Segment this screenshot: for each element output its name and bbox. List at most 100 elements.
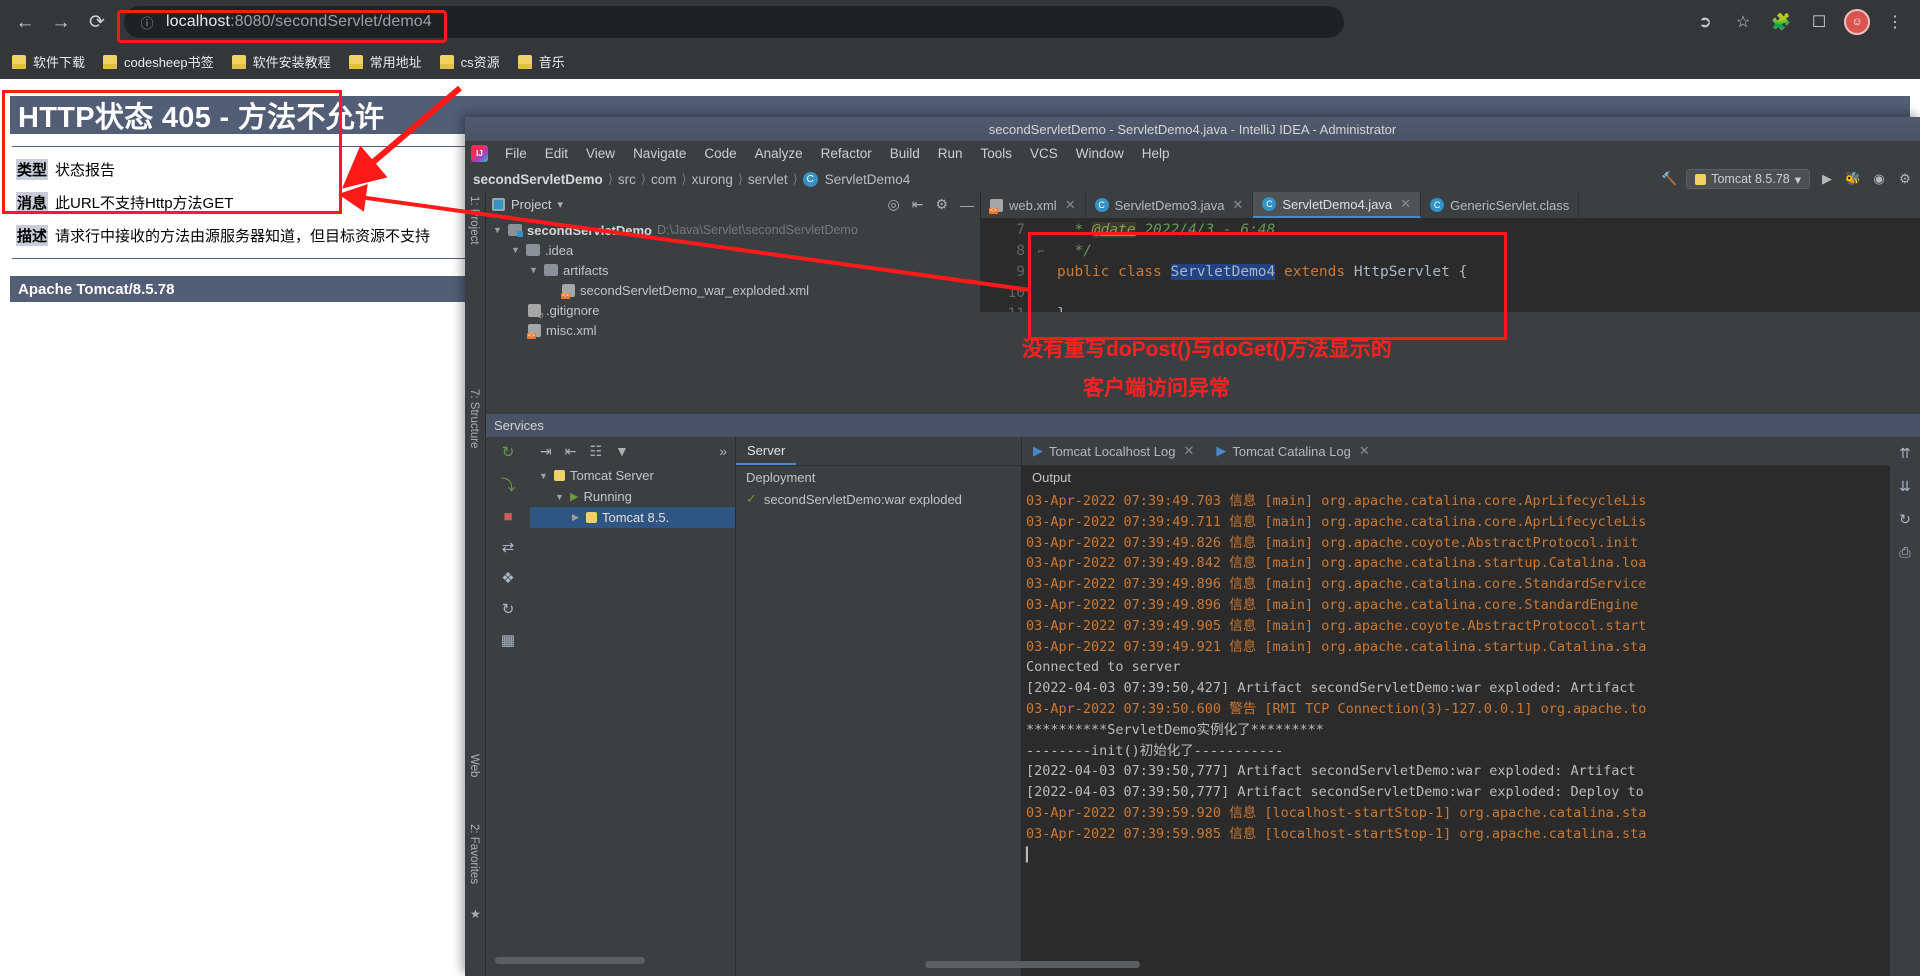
expand-all-icon[interactable]: ⇥ xyxy=(540,443,552,460)
tab-tomcat-catalina-log[interactable]: ▶ Tomcat Catalina Log ✕ xyxy=(1205,437,1380,465)
back-icon[interactable]: ← xyxy=(8,5,42,39)
menu-icon[interactable]: ⋮ xyxy=(1878,5,1912,39)
twisty-icon[interactable]: ▼ xyxy=(528,265,539,275)
group-icon[interactable]: ☷ xyxy=(589,443,602,460)
breadcrumb-servlet[interactable]: servlet xyxy=(748,172,788,187)
deploy-icon[interactable]: ⤵ xyxy=(500,474,515,495)
avatar[interactable]: ☺ xyxy=(1840,5,1874,39)
locate-icon[interactable]: ◎ xyxy=(887,196,899,213)
close-icon[interactable]: ✕ xyxy=(1359,443,1370,459)
tree-row[interactable]: ▼ secondServletDemo D:\Java\Servlet\seco… xyxy=(486,220,980,240)
filter-icon[interactable]: ▼ xyxy=(615,443,629,459)
sidepanel-icon[interactable]: ☐ xyxy=(1802,5,1836,39)
scroll-bottom-icon[interactable]: ⇊ xyxy=(1899,478,1911,495)
rail-project-label[interactable]: 1: Project xyxy=(468,196,480,245)
settings-icon[interactable]: ❖ xyxy=(501,569,514,587)
menu-edit[interactable]: Edit xyxy=(537,144,576,163)
collapse-all-icon[interactable]: ⇤ xyxy=(565,443,577,460)
menu-navigate[interactable]: Navigate xyxy=(625,144,694,163)
print-icon[interactable]: ⎙ xyxy=(1899,544,1910,561)
deployment-item[interactable]: ✓ secondServletDemo:war exploded xyxy=(736,488,1021,510)
extensions-icon[interactable]: 🧩 xyxy=(1764,5,1798,39)
close-icon[interactable]: ✕ xyxy=(1065,197,1076,213)
breadcrumb-com[interactable]: com xyxy=(651,172,677,187)
menu-code[interactable]: Code xyxy=(696,144,744,163)
forward-icon[interactable]: → xyxy=(44,5,78,39)
tree-row[interactable]: secondServletDemo_war_exploded.xml xyxy=(486,280,980,300)
editor-tab-webxml[interactable]: web.xml ✕ xyxy=(981,192,1086,218)
services-tree-row[interactable]: ▼ Tomcat Server xyxy=(530,465,735,486)
bookmark-item[interactable]: 音乐 xyxy=(517,52,565,71)
fold-marker[interactable]: ⌐ xyxy=(1033,241,1049,262)
star-icon[interactable]: ☆ xyxy=(1726,5,1760,39)
twisty-icon[interactable]: ▼ xyxy=(538,471,549,481)
bookmark-item[interactable]: 常用地址 xyxy=(348,52,422,71)
refresh-icon[interactable]: ↻ xyxy=(502,600,515,618)
layout-icon[interactable]: ▦ xyxy=(501,631,515,649)
gear-icon[interactable]: ⚙ xyxy=(935,196,948,213)
scroll-top-icon[interactable]: ⇈ xyxy=(1899,445,1911,462)
address-bar[interactable]: ⓘ localhost:8080/secondServlet/demo4 xyxy=(124,6,1344,38)
menu-run[interactable]: Run xyxy=(930,144,971,163)
tree-row[interactable]: ▼ artifacts xyxy=(486,260,980,280)
coverage-icon[interactable]: ◉ xyxy=(1870,171,1888,187)
close-icon[interactable]: ✕ xyxy=(1400,196,1411,212)
breadcrumb-xurong[interactable]: xurong xyxy=(692,172,733,187)
tree-row[interactable]: misc.xml xyxy=(486,320,980,340)
tab-server[interactable]: Server xyxy=(736,437,797,465)
bookmark-item[interactable]: cs资源 xyxy=(439,52,500,71)
services-tree-row-selected[interactable]: ▶ Tomcat 8.5. xyxy=(530,507,735,528)
project-panel-title[interactable]: Project xyxy=(511,197,551,212)
info-circle-icon[interactable]: ⓘ xyxy=(138,13,156,31)
reload-icon[interactable]: ⟳ xyxy=(80,5,114,39)
star-icon[interactable]: ★ xyxy=(470,907,481,921)
tree-row[interactable]: ▼ .idea xyxy=(486,240,980,260)
breadcrumb-project[interactable]: secondServletDemo xyxy=(473,172,603,187)
twisty-icon[interactable]: ▶ xyxy=(570,512,581,523)
more-icon[interactable]: » xyxy=(719,443,735,459)
services-tree-row[interactable]: ▼ ▶ Running xyxy=(530,486,735,507)
close-icon[interactable]: ✕ xyxy=(1232,197,1243,213)
close-icon[interactable]: ✕ xyxy=(1183,443,1194,459)
hammer-icon[interactable]: 🔨 xyxy=(1660,171,1678,187)
twisty-icon[interactable]: ▼ xyxy=(510,245,521,255)
menu-vcs[interactable]: VCS xyxy=(1022,144,1066,163)
debug-icon[interactable]: 🐝 xyxy=(1844,171,1862,187)
rerun-icon[interactable]: ↻ xyxy=(1899,511,1911,528)
profile-avatar[interactable]: ☺ xyxy=(1844,9,1870,35)
tree-row[interactable]: .gitignore xyxy=(486,300,980,321)
rail-structure-label[interactable]: 7: Structure xyxy=(468,389,480,448)
editor-tab-servletdemo4[interactable]: C ServletDemo4.java ✕ xyxy=(1253,192,1422,218)
menu-tools[interactable]: Tools xyxy=(973,144,1021,163)
share-icon[interactable]: ➲ xyxy=(1688,5,1722,39)
bookmark-item[interactable]: 软件安装教程 xyxy=(231,52,331,71)
log-output[interactable]: 03-Apr-2022 07:39:49.703 信息 [main] org.a… xyxy=(1022,488,1890,976)
menu-file[interactable]: File xyxy=(497,144,535,163)
bookmark-item[interactable]: 软件下载 xyxy=(12,52,85,71)
code-text[interactable]: * @date 2022/4/3 - 6:48 */ public class … xyxy=(1049,218,1920,312)
breadcrumb-class[interactable]: ServletDemo4 xyxy=(825,172,911,187)
rerun-icon[interactable]: ↻ xyxy=(502,443,515,461)
menu-build[interactable]: Build xyxy=(882,144,928,163)
run-icon[interactable]: ▶ xyxy=(1818,171,1836,187)
breadcrumb-src[interactable]: src xyxy=(618,172,636,187)
rail-favorites-label[interactable]: 2: Favorites xyxy=(468,824,480,884)
menu-window[interactable]: Window xyxy=(1068,144,1132,163)
menu-help[interactable]: Help xyxy=(1134,144,1178,163)
editor-tab-genericservlet[interactable]: C GenericServlet.class xyxy=(1421,192,1580,218)
rail-web-label[interactable]: Web xyxy=(468,754,480,777)
collapse-all-icon[interactable]: ⇤ xyxy=(912,196,924,213)
twisty-icon[interactable]: ▼ xyxy=(492,225,503,235)
horizontal-scrollbar-project[interactable] xyxy=(495,957,645,964)
chevron-down-icon[interactable]: ▾ xyxy=(557,198,563,211)
twisty-icon[interactable]: ▼ xyxy=(554,492,565,502)
menu-analyze[interactable]: Analyze xyxy=(747,144,811,163)
code-editor[interactable]: 7 8 9 10 11 ⌐ * @date 2022/4/3 xyxy=(981,218,1920,312)
stop-icon[interactable]: ■ xyxy=(503,508,512,525)
bookmark-item[interactable]: codesheep书签 xyxy=(103,52,214,71)
fold-gutter[interactable]: ⌐ xyxy=(1033,218,1049,312)
tab-tomcat-localhost-log[interactable]: ▶ Tomcat Localhost Log ✕ xyxy=(1022,437,1205,465)
minimize-icon[interactable]: — xyxy=(960,197,974,213)
profile-icon[interactable]: ⚙ xyxy=(1896,171,1914,187)
redeploy-icon[interactable]: ⇄ xyxy=(502,538,515,556)
